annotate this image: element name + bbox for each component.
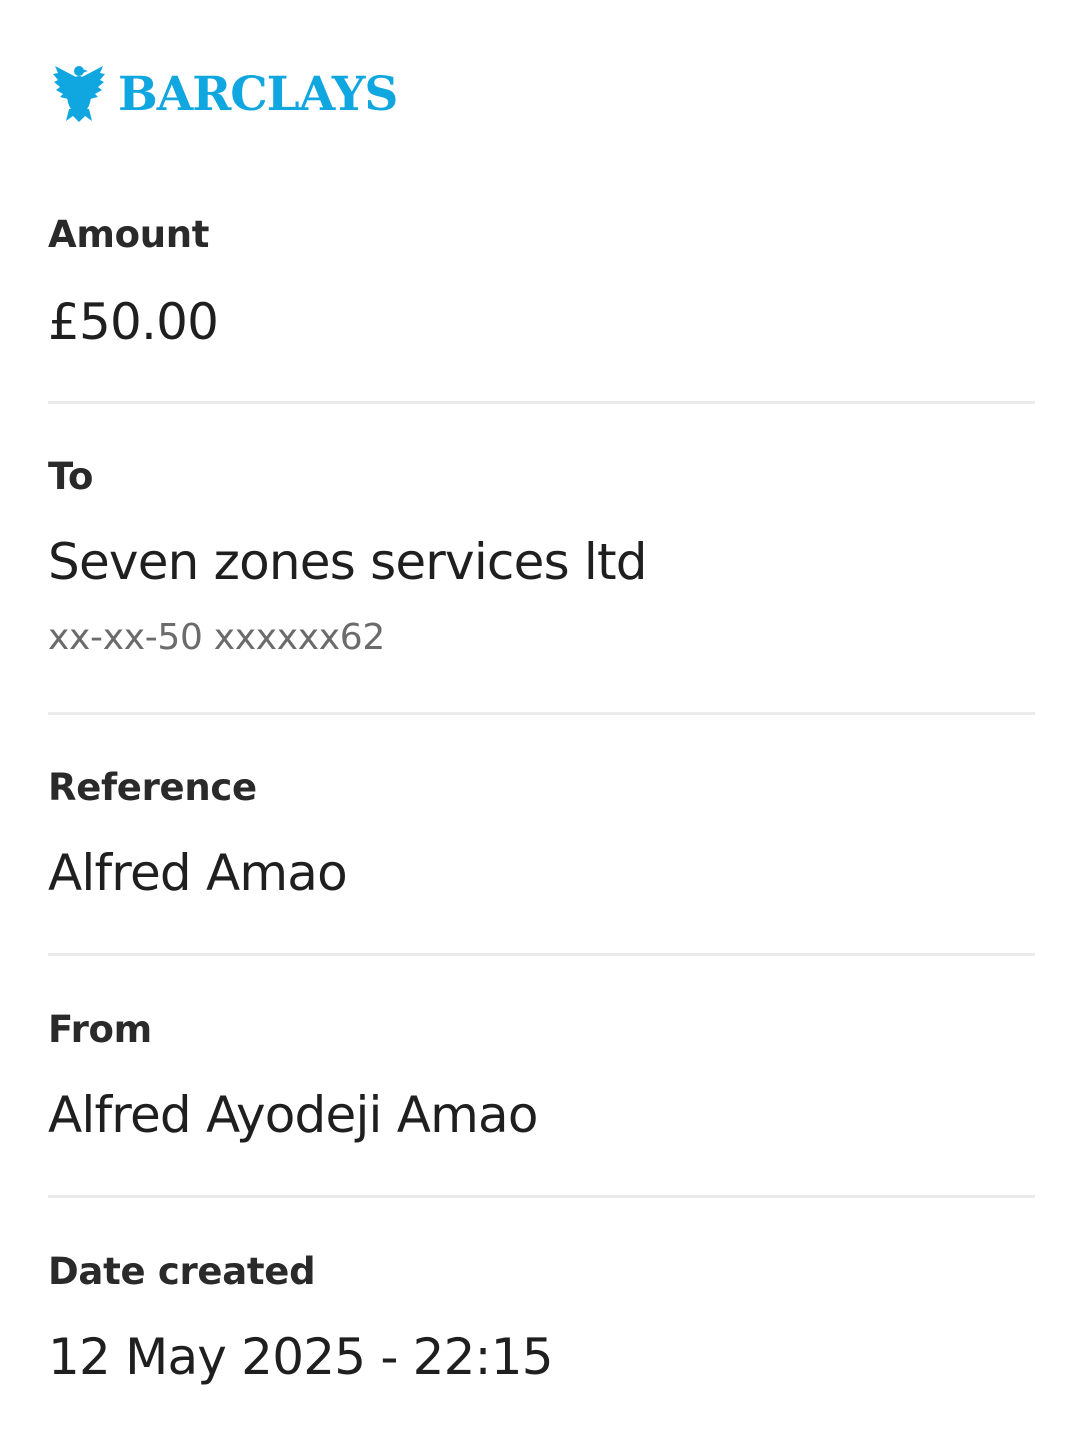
divider bbox=[48, 712, 1035, 715]
date-created-section: Date created 12 May 2025 - 22:15 bbox=[48, 1247, 1035, 1397]
brand-name: BARCLAYS bbox=[118, 66, 398, 122]
amount-value: £50.00 bbox=[48, 293, 219, 351]
amount-label: Amount bbox=[48, 213, 210, 256]
date-created-value: 12 May 2025 - 22:15 bbox=[48, 1328, 554, 1386]
divider bbox=[48, 1195, 1035, 1198]
divider bbox=[48, 953, 1035, 956]
divider bbox=[48, 401, 1035, 404]
from-section: From Alfred Ayodeji Amao bbox=[48, 1005, 1035, 1155]
reference-value: Alfred Amao bbox=[48, 844, 348, 902]
to-section: To Seven zones services ltd xx-xx-50 xxx… bbox=[48, 452, 1035, 672]
to-label: To bbox=[48, 455, 94, 498]
amount-section: Amount £50.00 bbox=[48, 210, 1035, 360]
from-label: From bbox=[48, 1008, 152, 1051]
reference-label: Reference bbox=[48, 766, 257, 809]
from-value: Alfred Ayodeji Amao bbox=[48, 1086, 538, 1144]
date-created-label: Date created bbox=[48, 1250, 316, 1293]
to-value: Seven zones services ltd bbox=[48, 533, 648, 591]
barclays-logo: BARCLAYS bbox=[52, 62, 398, 126]
eagle-icon bbox=[53, 66, 105, 122]
to-account-number: xx-xx-50 xxxxxx62 bbox=[48, 617, 385, 658]
reference-section: Reference Alfred Amao bbox=[48, 763, 1035, 913]
